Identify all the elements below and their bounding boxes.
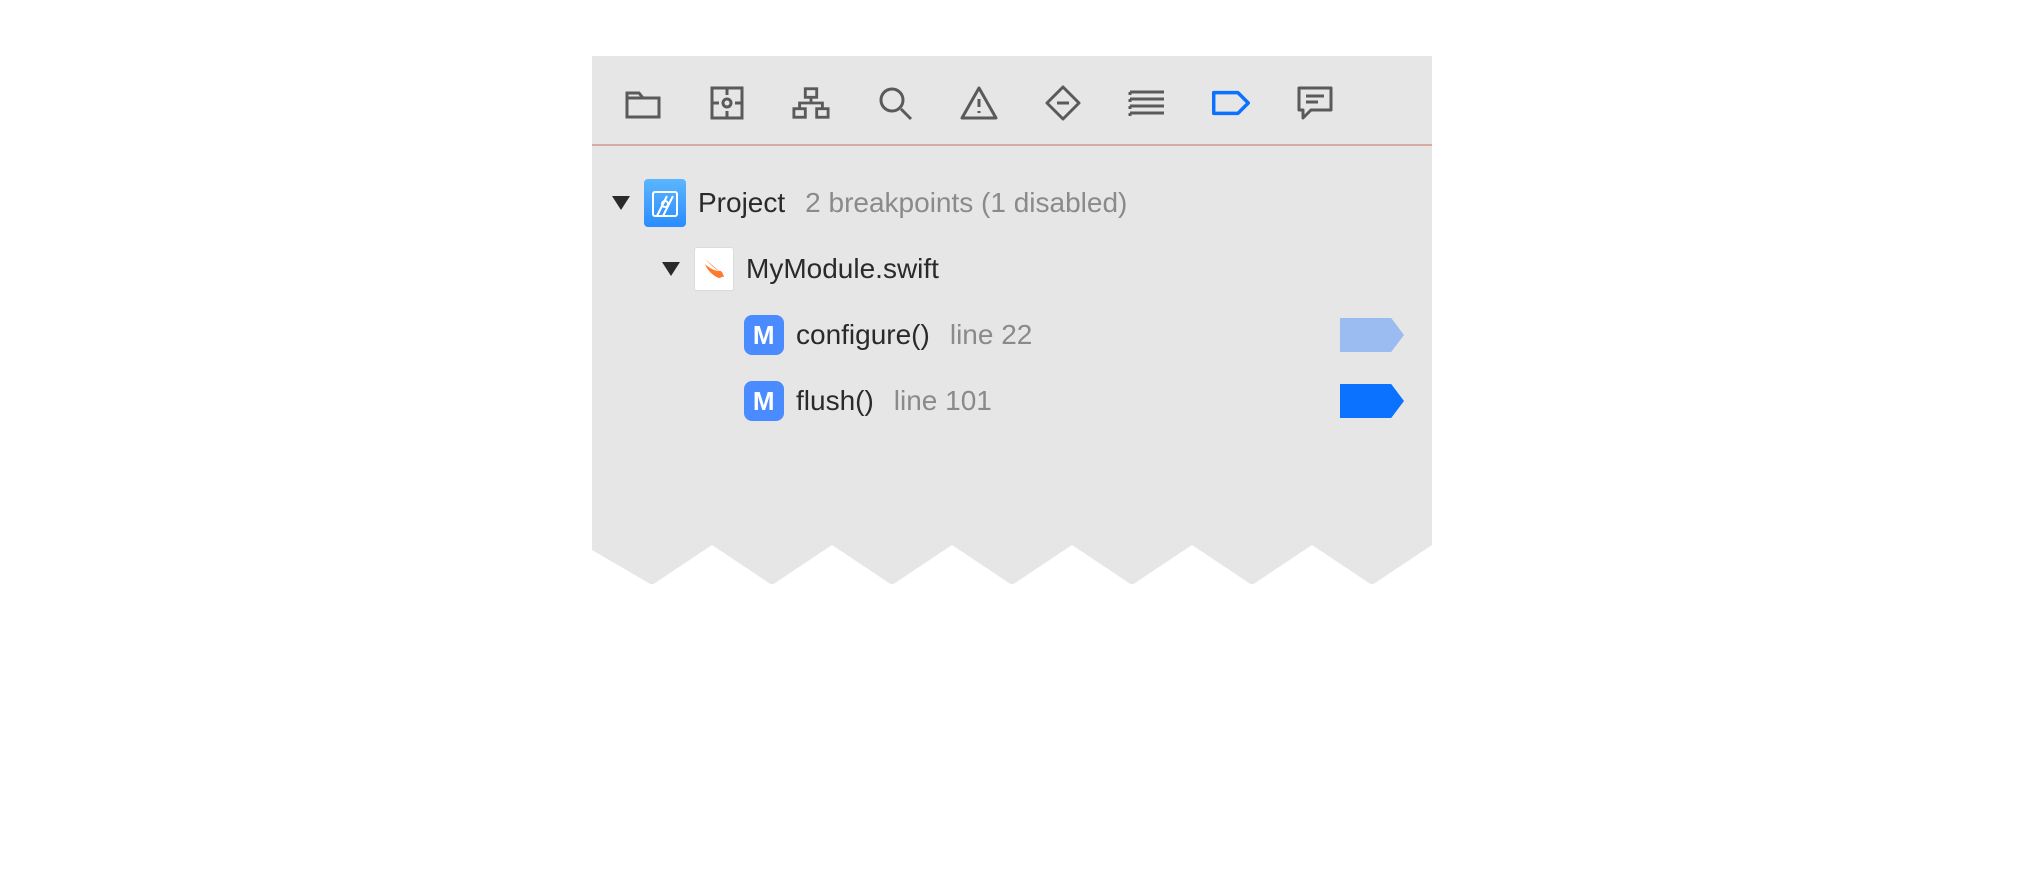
breakpoint-navigator-panel: Project 2 breakpoints (1 disabled) MyMod… [592, 56, 1432, 584]
report-navigator-tab[interactable] [1296, 84, 1334, 122]
source-control-navigator-tab[interactable] [708, 84, 746, 122]
breakpoint-navigator-tab[interactable] [1212, 84, 1250, 122]
breakpoint-line: line 101 [894, 385, 992, 417]
swift-file-icon [694, 247, 734, 291]
method-symbol-icon: M [744, 315, 784, 355]
project-row[interactable]: Project 2 breakpoints (1 disabled) [610, 170, 1414, 236]
breakpoint-function: flush() [796, 385, 874, 417]
file-label: MyModule.swift [746, 253, 939, 285]
breakpoint-indicator-disabled[interactable] [1340, 318, 1404, 352]
breakpoint-row[interactable]: M configure() line 22 [610, 302, 1414, 368]
breakpoint-function: configure() [796, 319, 930, 351]
symbol-navigator-tab[interactable] [792, 84, 830, 122]
xcode-project-icon [644, 179, 686, 227]
debug-navigator-tab[interactable] [1128, 84, 1166, 122]
issue-navigator-tab[interactable] [960, 84, 998, 122]
project-detail: 2 breakpoints (1 disabled) [805, 187, 1127, 219]
test-navigator-tab[interactable] [1044, 84, 1082, 122]
disclosure-triangle-icon[interactable] [660, 258, 682, 280]
method-symbol-icon: M [744, 381, 784, 421]
project-navigator-tab[interactable] [624, 84, 662, 122]
breakpoint-row[interactable]: M flush() line 101 [610, 368, 1414, 434]
project-label: Project [698, 187, 785, 219]
breakpoint-indicator-enabled[interactable] [1340, 384, 1404, 418]
disclosure-triangle-icon[interactable] [610, 192, 632, 214]
torn-edge-decoration [592, 515, 1432, 584]
find-navigator-tab[interactable] [876, 84, 914, 122]
file-row[interactable]: MyModule.swift [610, 236, 1414, 302]
breakpoint-line: line 22 [950, 319, 1033, 351]
navigator-toolbar [592, 56, 1432, 146]
